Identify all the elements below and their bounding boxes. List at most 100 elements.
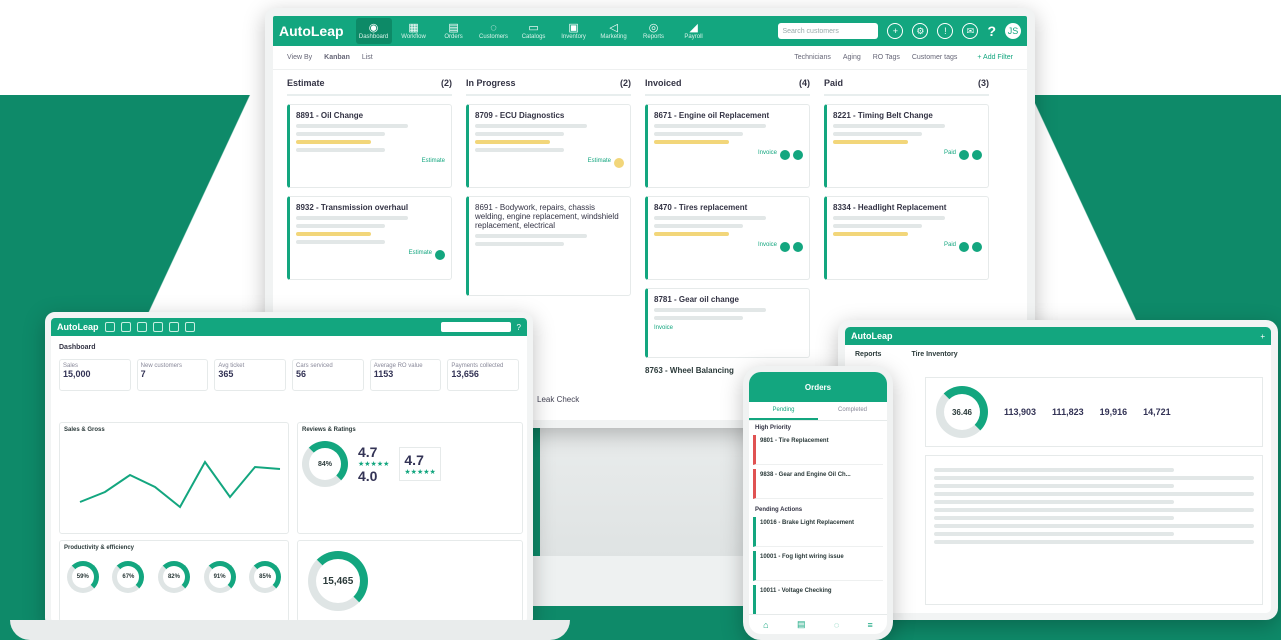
rating-value: 4.0 (358, 468, 378, 484)
tablet-logo[interactable]: AutoLeap (851, 331, 893, 341)
laptop-logo[interactable]: AutoLeap (57, 322, 99, 332)
ro-tags-filter[interactable]: RO Tags (873, 54, 900, 61)
list-item[interactable]: 10016 - Brake Light Replacement (753, 517, 883, 547)
tablet-top-navigation: AutoLeap + (845, 327, 1271, 345)
notification-icon[interactable]: ! (937, 23, 954, 39)
card-action[interactable]: Paid (944, 150, 956, 160)
column-title: Paid (824, 78, 844, 88)
tab-pending[interactable]: Pending (749, 402, 818, 420)
tab-completed[interactable]: Completed (818, 402, 887, 420)
filter-bar: View By Kanban List Technicians Aging RO… (273, 46, 1027, 70)
add-icon[interactable]: + (887, 23, 904, 39)
column-count: (3) (978, 78, 989, 88)
home-icon[interactable]: ⌂ (763, 620, 768, 630)
orders-icon: ▤ (448, 22, 459, 34)
card-action[interactable]: Estimate (588, 158, 611, 168)
nav-icon[interactable] (184, 322, 195, 332)
stat-value: 113,903 (1004, 407, 1037, 417)
card-action[interactable]: Paid (944, 242, 956, 252)
order-card[interactable]: 8671 - Engine oil Replacement Invoice (645, 104, 810, 188)
nav-orders[interactable]: ▤ Orders (436, 18, 472, 44)
add-filter-button[interactable]: + Add Filter (977, 54, 1013, 61)
reports-link[interactable]: Reports (855, 351, 881, 358)
list-toggle[interactable]: List (362, 54, 373, 61)
order-card[interactable]: 8334 - Headlight Replacement Paid (824, 196, 989, 280)
tech-efficiency-gauge: 59% (66, 561, 99, 593)
nav-icon[interactable] (168, 322, 179, 332)
nav-catalogs[interactable]: ▭ Catalogs (516, 18, 552, 44)
nav-icon[interactable] (120, 322, 131, 332)
sales-chart-panel: Sales & Gross (59, 422, 289, 534)
marketing-scene: AutoLeap ◉ Dashboard ▦ Workflow ▤ Orders ◌ C… (0, 0, 1281, 640)
order-card[interactable]: 8781 - Gear oil change Invoice (645, 288, 810, 358)
list-item[interactable]: 10011 - Voltage Checking (753, 585, 883, 615)
nav-icon[interactable] (152, 322, 163, 332)
kanban-toggle[interactable]: Kanban (324, 54, 350, 61)
order-card[interactable]: 8932 - Transmission overhaul Estimate (287, 196, 452, 280)
tablet-page-title: Tire Inventory (911, 351, 958, 358)
list-item[interactable]: 9838 - Gear and Engine Oil Ch... (753, 469, 883, 499)
kpi-card: Cars serviced 56 (292, 359, 364, 391)
card-action[interactable]: Invoice (654, 325, 673, 331)
nav-icon[interactable] (136, 322, 147, 332)
laptop-top-navigation: AutoLeap ? (51, 318, 527, 336)
nav-dashboard[interactable]: ◉ Dashboard (355, 18, 392, 44)
help-icon[interactable]: ? (517, 323, 521, 332)
stat-value: 19,916 (1099, 407, 1128, 417)
order-card[interactable]: 8470 - Tires replacement Invoice (645, 196, 810, 280)
orders-icon[interactable]: ▤ (797, 619, 806, 630)
top-navigation: AutoLeap ◉ Dashboard ▦ Workflow ▤ Orders ◌ C… (273, 16, 1027, 46)
card-title: 8932 - Transmission overhaul (296, 203, 409, 212)
card-action[interactable]: Estimate (422, 158, 445, 164)
nav-workflow[interactable]: ▦ Workflow (396, 18, 432, 44)
order-card[interactable]: 8891 - Oil Change Estimate (287, 104, 452, 188)
status-dot (435, 250, 445, 260)
help-icon[interactable]: ? (987, 23, 996, 39)
laptop-page-title: Dashboard (59, 344, 96, 351)
message-icon[interactable]: ✉ (962, 23, 979, 39)
menu-icon[interactable]: ≡ (868, 620, 873, 630)
laptop-search-input[interactable] (440, 322, 511, 332)
laptop-base (10, 620, 570, 640)
card-title: 8781 - Gear oil change (654, 295, 739, 304)
panel-title: Productivity & efficiency (64, 545, 135, 551)
inventory-summary: 36.46 113,903 111,823 19,916 14,721 (925, 377, 1263, 447)
productivity-panel: Productivity & efficiency 59% 67% 82% 91… (59, 540, 289, 622)
aging-panel: 15,465 (297, 540, 523, 622)
nav-inventory[interactable]: ▣ Inventory (556, 18, 592, 44)
rating-value: 4.7 (358, 444, 378, 460)
card-action[interactable]: Invoice (758, 150, 777, 160)
dashboard-icon: ◉ (368, 22, 379, 34)
list-item[interactable]: 10001 - Fog light wiring issue (753, 551, 883, 581)
column-count: (2) (620, 78, 631, 88)
laptop-screen: AutoLeap ? Dashboard Sales 15,000 New cus… (45, 312, 533, 628)
inventory-table (925, 455, 1263, 605)
chat-icon[interactable]: ◌ (834, 620, 839, 630)
avatar[interactable]: JS (1005, 23, 1021, 39)
kpi-card: Sales 15,000 (59, 359, 131, 391)
nav-reports[interactable]: ◎ Reports (636, 18, 672, 44)
nav-icon[interactable] (104, 322, 115, 332)
nav-marketing[interactable]: ◁ Marketing (596, 18, 632, 44)
customer-tags-filter[interactable]: Customer tags (912, 54, 958, 61)
stat-value: 14,721 (1143, 407, 1171, 417)
technicians-filter[interactable]: Technicians (794, 54, 831, 61)
nav-payroll[interactable]: ◢ Payroll (676, 18, 712, 44)
order-card[interactable]: 8709 - ECU Diagnostics Estimate (466, 104, 631, 188)
tech-efficiency-gauge: 91% (203, 561, 236, 593)
order-card[interactable]: 8221 - Timing Belt Change Paid (824, 104, 989, 188)
card-action[interactable]: Estimate (409, 250, 432, 260)
brand-logo[interactable]: AutoLeap (279, 23, 344, 39)
nav-customers[interactable]: ◌ Customers (476, 18, 512, 44)
add-icon[interactable]: + (1260, 332, 1265, 341)
status-dot (793, 242, 803, 252)
tablet-screen: AutoLeap + Reports Tire Inventory 36.46 … (838, 320, 1278, 620)
settings-icon[interactable]: ⚙ (912, 23, 929, 39)
card-action[interactable]: Invoice (758, 242, 777, 252)
order-card[interactable]: 8691 - Bodywork, repairs, chassis weldin… (466, 196, 631, 296)
phone-bottom-nav: ⌂ ▤ ◌ ≡ (749, 614, 887, 634)
list-item[interactable]: 9801 - Tire Replacement (753, 435, 883, 465)
box-icon: ▣ (568, 22, 579, 34)
search-input[interactable]: Search customers (778, 23, 879, 39)
aging-filter[interactable]: Aging (843, 54, 861, 61)
